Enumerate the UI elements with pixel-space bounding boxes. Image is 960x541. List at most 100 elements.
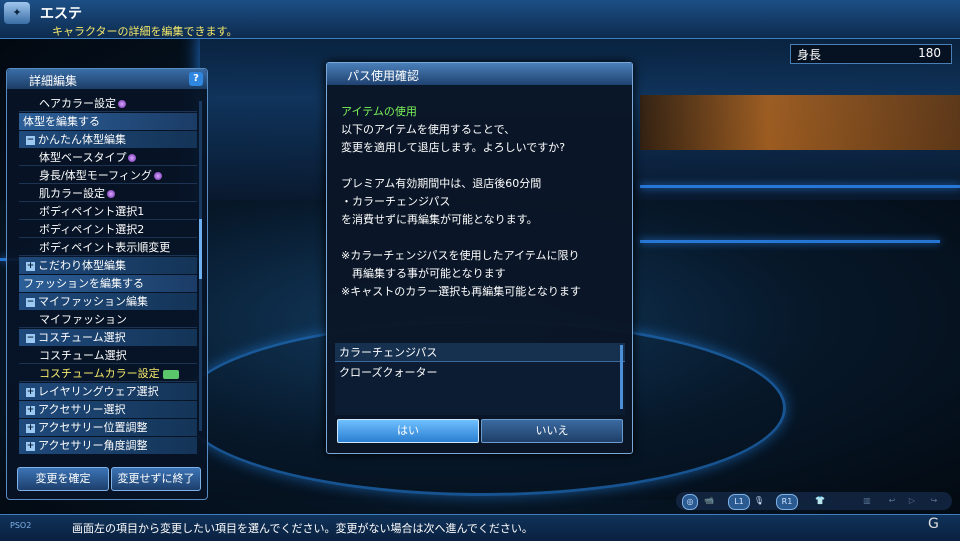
menu-category[interactable]: 体型を編集する (19, 113, 197, 130)
menu-item[interactable]: コスチュームカラー設定 (19, 365, 197, 382)
premium-gem-icon (153, 172, 162, 180)
background-light-strip (640, 240, 940, 243)
expand-icon[interactable]: + (26, 261, 35, 271)
menu-label: 体型ベースタイプ (39, 151, 127, 164)
pass-confirm-dialog: パス使用確認 アイテムの使用 以下のアイテムを使用することで、 変更を適用して退… (326, 62, 633, 454)
dialog-line: ※カラーチェンジパスを使用したアイテムに限り (341, 249, 580, 262)
dialog-title: パス使用確認 (347, 69, 420, 83)
panel-scrollbar-thumb[interactable] (199, 219, 202, 279)
menu-group-header[interactable]: + アクセサリー選択 (19, 401, 197, 418)
menu-group-header[interactable]: − マイファッション編集 (19, 293, 197, 310)
expand-icon[interactable]: + (26, 441, 35, 451)
premium-gem-icon (128, 154, 137, 162)
dialog-line: 再編集する事が可能となります (341, 267, 506, 280)
expand-icon[interactable]: + (26, 423, 35, 433)
menu-label: アクセサリー角度調整 (38, 439, 148, 452)
background-light-strip (640, 185, 960, 188)
redo-icon[interactable]: ↪ (926, 494, 942, 508)
pass-name: カラーチェンジパス (335, 343, 625, 362)
menu-item[interactable]: マイファッション (19, 311, 197, 328)
menu-item[interactable]: 肌カラー設定 (19, 185, 197, 202)
menu-label: 体型を編集する (23, 115, 100, 128)
menu-label: ヘアカラー設定 (39, 97, 116, 110)
r1-button[interactable]: R1 (776, 494, 798, 510)
collapse-icon[interactable]: − (26, 333, 35, 343)
menu-group-header[interactable]: + こだわり体型編集 (19, 257, 197, 274)
panel-title: 詳細編集 (29, 74, 78, 88)
premium-gem-icon (107, 190, 115, 198)
menu-group-header[interactable]: − かんたん体型編集 (19, 131, 197, 148)
help-text: 画面左の項目から変更したい項目を選んでください。変更がない場合は次へ進んでくださ… (72, 522, 533, 535)
page-subtitle: キャラクターの詳細を編集できます。 (52, 25, 238, 38)
dialog-message: アイテムの使用 以下のアイテムを使用することで、 変更を適用して退店します。よろ… (341, 103, 621, 301)
menu-item[interactable]: ボディペイント選択2 (19, 221, 197, 238)
confirm-changes-button[interactable]: 変更を確定 (17, 467, 109, 491)
dialog-heading: アイテムの使用 (341, 105, 417, 118)
help-icon[interactable]: ? (189, 72, 203, 86)
menu-logo-icon: ✦ (4, 2, 30, 24)
menu-item[interactable]: ヘアカラー設定 (19, 95, 197, 112)
height-label: 身長 (797, 48, 822, 62)
menu-item[interactable]: コスチューム選択 (19, 347, 197, 364)
menu-group-header[interactable]: − コスチューム選択 (19, 329, 197, 346)
menu-label: コスチューム選択 (38, 331, 126, 344)
menu-label: ボディペイント表示順変更 (39, 241, 171, 254)
detail-edit-panel: 詳細編集 ? ヘアカラー設定 体型を編集する − かんたん体型編集 体型ベースタイプ 身長… (6, 68, 208, 500)
panel-header: 詳細編集 ? (7, 69, 207, 89)
watermark-icon: G (928, 516, 939, 532)
dialog-line: ※キャストのカラー選択も再編集可能となります (341, 285, 581, 298)
expand-icon[interactable]: + (26, 387, 35, 397)
dialog-line: 変更を適用して退店します。よろしいですか? (341, 141, 566, 154)
status-bar: PSO2 画面左の項目から変更したい項目を選んでください。変更がない場合は次へ進… (0, 514, 960, 541)
camera-icon[interactable]: 📹 (700, 494, 718, 508)
menu-group-header[interactable]: + アクセサリー角度調整 (19, 437, 197, 454)
yes-button[interactable]: はい (337, 419, 479, 443)
page-title: エステ (40, 6, 82, 22)
play-icon[interactable]: ▷ (904, 494, 920, 508)
keyboard-icon[interactable]: ▥ (856, 494, 878, 508)
collapse-icon[interactable]: − (26, 297, 35, 307)
menu-item[interactable]: 身長/体型モーフィング (19, 167, 197, 184)
menu-label: ボディペイント選択2 (39, 223, 145, 236)
dialog-line: を消費せずに再編集が可能となります。 (341, 213, 538, 226)
pass-item-list: カラーチェンジパス クローズクォーター (335, 343, 625, 415)
expand-icon[interactable]: + (26, 405, 35, 415)
menu-label: ファッションを編集する (23, 277, 144, 290)
pass-tag-icon (162, 369, 179, 379)
height-readout: 身長 180 (790, 44, 952, 64)
mic-icon[interactable]: 🎙 (752, 494, 766, 508)
menu-label: マイファッション (39, 313, 127, 326)
menu-group-header[interactable]: + レイヤリングウェア選択 (19, 383, 197, 400)
dialog-line: 以下のアイテムを使用することで、 (341, 123, 516, 136)
menu-label: こだわり体型編集 (38, 259, 126, 272)
premium-gem-icon (118, 100, 126, 108)
menu-group-header[interactable]: + アクセサリー位置調整 (19, 419, 197, 436)
menu-label: ボディペイント選択1 (39, 205, 145, 218)
dialog-header: パス使用確認 (327, 63, 632, 85)
background-lights (640, 95, 960, 150)
menu-label: マイファッション編集 (38, 295, 148, 308)
menu-label: コスチュームカラー設定 (39, 367, 160, 380)
menu-label: アクセサリー選択 (38, 403, 126, 416)
game-logo: PSO2 (10, 521, 32, 530)
exit-without-changes-button[interactable]: 変更せずに終了 (111, 467, 201, 491)
l1-button[interactable]: L1 (728, 494, 750, 510)
menu-label: かんたん体型編集 (38, 133, 126, 146)
menu-label: アクセサリー位置調整 (38, 421, 148, 434)
collapse-icon[interactable]: − (26, 135, 35, 145)
record-icon[interactable]: ◎ (682, 494, 698, 510)
list-scrollbar[interactable] (620, 345, 623, 409)
costume-icon[interactable]: 👕 (812, 494, 828, 508)
height-value: 180 (918, 46, 941, 60)
menu-category[interactable]: ファッションを編集する (19, 275, 197, 292)
control-hints: ◎ 📹 L1 🎙 R1 👕 ▥ ↩ ▷ ↪ (676, 492, 952, 510)
no-button[interactable]: いいえ (481, 419, 623, 443)
list-item: クローズクォーター (339, 366, 438, 379)
undo-icon[interactable]: ↩ (884, 494, 900, 508)
menu-item[interactable]: ボディペイント選択1 (19, 203, 197, 220)
title-bar: ✦ エステ キャラクターの詳細を編集できます。 (0, 0, 960, 39)
menu-item[interactable]: ボディペイント表示順変更 (19, 239, 197, 256)
menu-label: コスチューム選択 (39, 349, 127, 362)
dialog-line: プレミアム有効期間中は、退店後60分間 (341, 177, 542, 190)
menu-item[interactable]: 体型ベースタイプ (19, 149, 197, 166)
